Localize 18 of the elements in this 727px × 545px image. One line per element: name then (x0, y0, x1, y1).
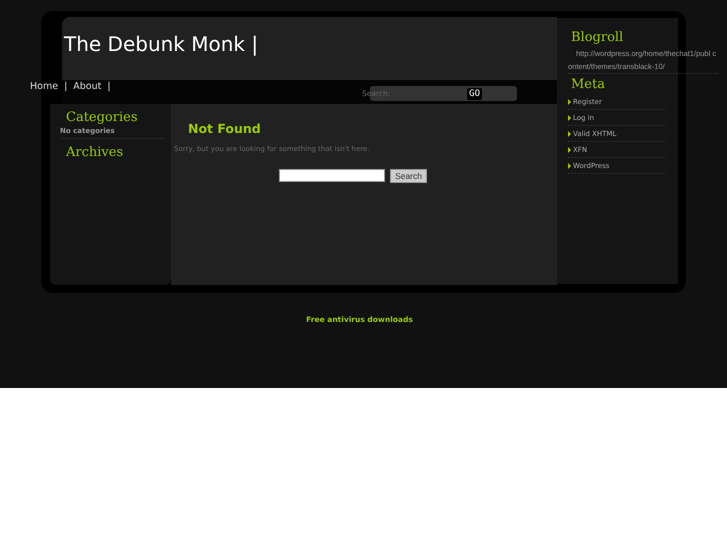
widget-title: Blogroll (571, 30, 624, 45)
nav-link[interactable]: About (73, 81, 102, 92)
go-button[interactable]: GO (467, 88, 482, 100)
bullet-icon (568, 130, 571, 136)
nav-separator: | (64, 81, 68, 92)
page-heading: Not Found (188, 121, 262, 136)
nav-separator: | (107, 81, 111, 92)
search-button[interactable]: Search (390, 169, 427, 183)
bullet-icon (568, 146, 571, 152)
bullet-icon (568, 98, 571, 104)
widget-title: Meta (571, 77, 606, 92)
search-input[interactable] (279, 169, 386, 182)
bullet-icon (568, 162, 571, 168)
widget-title: Categories (66, 110, 138, 125)
bullet-icon (568, 114, 571, 120)
site-title: The Debunk Monk | (63, 31, 260, 56)
widget-title: Archives (66, 145, 124, 160)
nav-link[interactable]: Home (30, 81, 58, 92)
